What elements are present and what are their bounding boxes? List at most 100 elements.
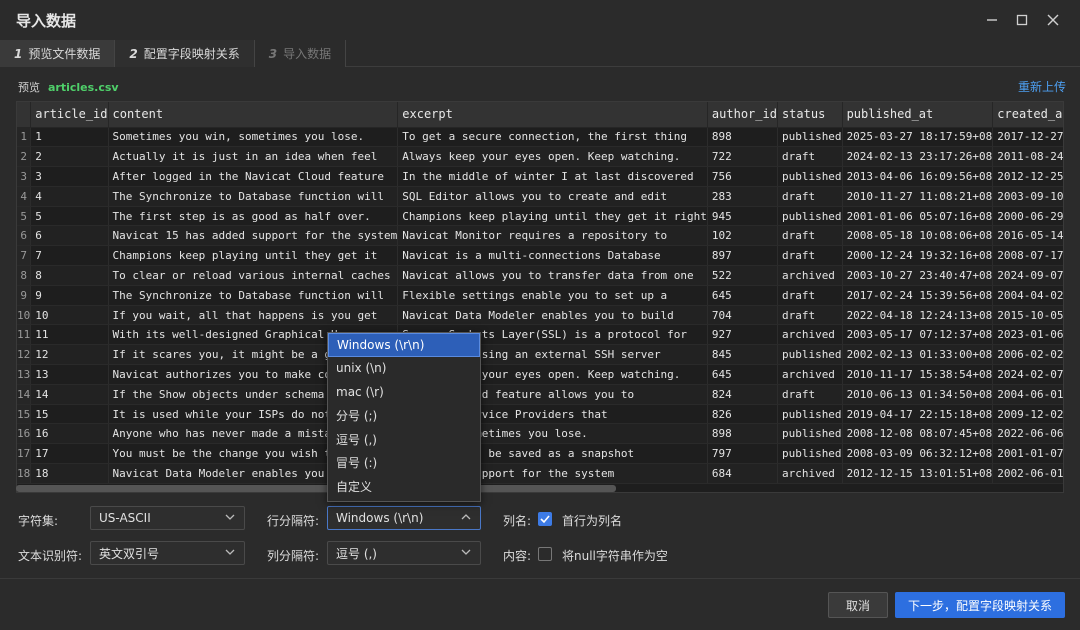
table-cell[interactable]: 10 xyxy=(30,305,109,326)
table-cell[interactable]: 7 xyxy=(30,245,109,267)
table-cell[interactable]: 13 xyxy=(30,364,109,385)
cancel-button[interactable]: 取消 xyxy=(828,592,888,618)
table-cell[interactable]: 14 xyxy=(30,384,109,405)
table-cell[interactable]: 8 xyxy=(30,265,109,286)
table-cell[interactable]: draft xyxy=(777,186,843,207)
table-cell[interactable]: 2000-12-24 19:32:16+08 xyxy=(842,245,994,267)
table-cell[interactable]: 2012-12-25 22: xyxy=(992,166,1063,187)
first-row-header-checkbox[interactable] xyxy=(538,512,552,526)
table-cell[interactable]: 6 xyxy=(30,225,109,247)
table-cell[interactable]: 797 xyxy=(707,443,778,465)
table-cell[interactable]: 2011-08-24 18: xyxy=(992,146,1063,168)
table-cell[interactable]: published xyxy=(777,443,843,465)
table-cell[interactable]: draft xyxy=(777,384,843,405)
table-row[interactable]: 13 13 Navicat authorizes you to make conne… xyxy=(17,364,1063,385)
table-row[interactable]: 10 10 If you wait, all that happens is you… xyxy=(17,305,1063,326)
table-cell[interactable]: 18 xyxy=(30,463,109,484)
table-cell[interactable]: 927 xyxy=(707,324,778,346)
table-cell[interactable]: To get a secure connection, the first th… xyxy=(397,127,708,148)
table-cell[interactable]: 2008-05-18 10:08:06+08 xyxy=(842,225,994,247)
table-cell[interactable]: 2012-12-15 13:01:51+08 xyxy=(842,463,994,484)
table-cell[interactable]: 824 xyxy=(707,384,778,405)
table-cell[interactable]: published xyxy=(777,404,843,425)
table-cell[interactable]: 4 xyxy=(30,186,109,207)
column-header[interactable]: excerpt xyxy=(397,102,708,128)
table-cell[interactable]: 2000-06-29 21: xyxy=(992,206,1063,227)
table-cell[interactable]: 2015-10-05 21: xyxy=(992,305,1063,326)
table-cell[interactable]: 9 xyxy=(30,285,109,306)
option-windows-crlf[interactable]: Windows (\r\n) xyxy=(328,333,480,357)
table-cell[interactable]: SQL Editor allows you to create and edit xyxy=(397,186,708,207)
tab-import-data[interactable]: 3 导入数据 xyxy=(254,40,347,67)
table-cell[interactable]: published xyxy=(777,206,843,227)
table-cell[interactable]: 2013-04-06 16:09:56+08 xyxy=(842,166,994,187)
table-cell[interactable]: Navicat Monitor requires a repository to xyxy=(397,225,708,247)
table-cell[interactable]: 2008-07-17 01: xyxy=(992,245,1063,267)
table-cell[interactable]: 845 xyxy=(707,344,778,366)
table-cell[interactable]: Always keep your eyes open. Keep watchin… xyxy=(397,146,708,168)
table-cell[interactable]: 2002-02-13 01:33:00+08 xyxy=(842,344,994,366)
table-cell[interactable]: published xyxy=(777,166,843,187)
table-cell[interactable]: published xyxy=(777,344,843,366)
table-cell[interactable]: 11 xyxy=(30,324,109,346)
table-cell[interactable]: 645 xyxy=(707,364,778,385)
table-cell[interactable]: 2001-01-06 05:07:16+08 xyxy=(842,206,994,227)
option-mac-cr[interactable]: mac (\r) xyxy=(328,380,480,404)
column-header[interactable]: published_at xyxy=(842,102,994,128)
table-cell[interactable]: Sometimes you win, sometimes you lose. xyxy=(108,127,399,148)
table-cell[interactable]: 2010-11-17 15:38:54+08 xyxy=(842,364,994,385)
table-cell[interactable]: draft xyxy=(777,285,843,306)
table-cell[interactable]: 2024-02-07 01: xyxy=(992,364,1063,385)
null-as-empty-checkbox[interactable] xyxy=(538,547,552,561)
table-cell[interactable]: To clear or reload various internal cach… xyxy=(108,265,399,286)
table-cell[interactable]: Navicat allows you to transfer data from… xyxy=(397,265,708,286)
tab-field-mapping[interactable]: 2 配置字段映射关系 xyxy=(115,40,255,67)
table-cell[interactable]: 898 xyxy=(707,127,778,148)
column-header[interactable]: article_id xyxy=(30,102,109,128)
table-cell[interactable]: 2024-02-13 23:17:26+08 xyxy=(842,146,994,168)
table-cell[interactable]: 2004-06-01 16: xyxy=(992,384,1063,405)
table-cell[interactable]: 2024-09-07 14: xyxy=(992,265,1063,286)
next-step-button[interactable]: 下一步，配置字段映射关系 xyxy=(895,592,1065,618)
table-cell[interactable]: 826 xyxy=(707,404,778,425)
table-row[interactable]: 9 9 The Synchronize to Database function w… xyxy=(17,285,1063,306)
tab-preview-file[interactable]: 1 预览文件数据 xyxy=(0,40,116,67)
table-cell[interactable]: 1 xyxy=(30,127,109,148)
table-cell[interactable]: archived xyxy=(777,364,843,385)
table-cell[interactable]: 2009-12-02 09: xyxy=(992,404,1063,425)
table-cell[interactable]: 2001-01-07 00: xyxy=(992,443,1063,465)
table-cell[interactable]: 2019-04-17 22:15:18+08 xyxy=(842,404,994,425)
table-row[interactable]: 16 16 Anyone who has never made a mistake … xyxy=(17,423,1063,445)
horizontal-scrollbar[interactable] xyxy=(16,485,616,492)
table-cell[interactable]: published xyxy=(777,423,843,445)
table-row[interactable]: 8 8 To clear or reload various internal ca… xyxy=(17,265,1063,286)
table-row[interactable]: 18 18 Navicat Data Modeler enables you to … xyxy=(17,463,1063,484)
option-semicolon[interactable]: 分号 (;) xyxy=(328,404,480,428)
table-cell[interactable]: In the middle of winter I at last discov… xyxy=(397,166,708,187)
table-cell[interactable]: archived xyxy=(777,324,843,346)
column-header[interactable]: status xyxy=(777,102,843,128)
table-cell[interactable]: 12 xyxy=(30,344,109,366)
column-header[interactable]: author_id xyxy=(707,102,778,128)
table-cell[interactable]: 5 xyxy=(30,206,109,227)
text-qualifier-select[interactable]: 英文双引号 xyxy=(90,541,245,565)
charset-select[interactable]: US-ASCII xyxy=(90,506,245,530)
table-cell[interactable]: 2006-02-02 17: xyxy=(992,344,1063,366)
table-cell[interactable]: Champions keep playing until they get it xyxy=(108,245,399,267)
close-icon[interactable] xyxy=(1042,9,1064,31)
data-preview-grid[interactable]: article_id content excerpt author_id status p… xyxy=(16,101,1064,493)
table-cell[interactable]: 283 xyxy=(707,186,778,207)
table-cell[interactable]: 3 xyxy=(30,166,109,187)
table-row[interactable]: 5 5 The first step is as good as half over… xyxy=(17,206,1063,227)
table-cell[interactable]: The Synchronize to Database function wil… xyxy=(108,186,399,207)
table-cell[interactable]: 2003-09-10 09: xyxy=(992,186,1063,207)
table-cell[interactable]: 2008-03-09 06:32:12+08 xyxy=(842,443,994,465)
table-cell[interactable]: draft xyxy=(777,305,843,326)
table-cell[interactable]: 2003-05-17 07:12:37+08 xyxy=(842,324,994,346)
table-cell[interactable]: archived xyxy=(777,265,843,286)
table-row[interactable]: 7 7 Champions keep playing until they get … xyxy=(17,245,1063,267)
table-cell[interactable]: Actually it is just in an idea when feel xyxy=(108,146,399,168)
table-row[interactable]: 2 2 Actually it is just in an idea when fe… xyxy=(17,146,1063,168)
option-colon[interactable]: 冒号 (:) xyxy=(328,451,480,475)
table-cell[interactable]: 2025-03-27 18:17:59+08 xyxy=(842,127,994,148)
